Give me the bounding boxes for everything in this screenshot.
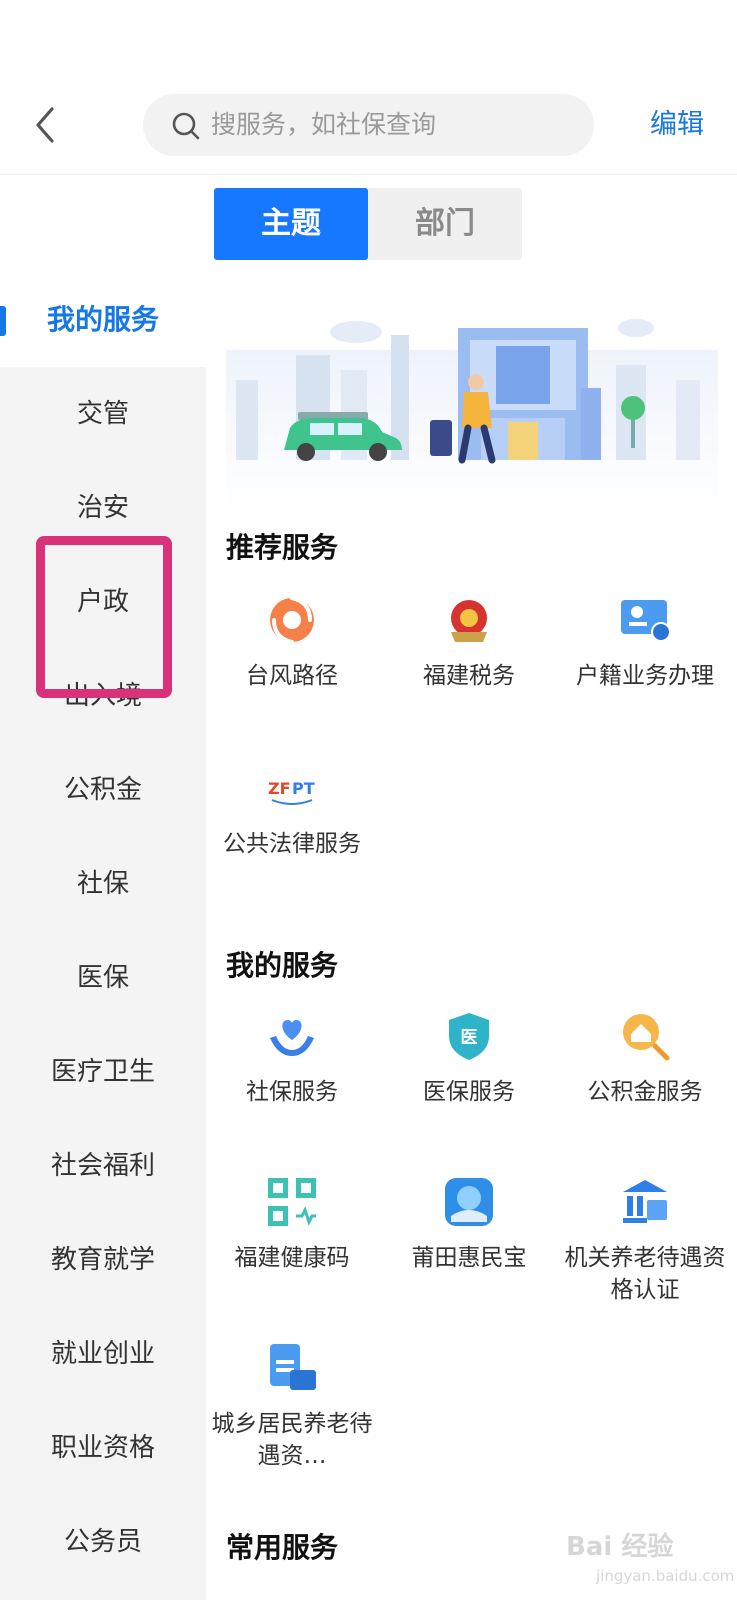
search-icon [172, 112, 200, 140]
sidebar-item-label: 社保 [76, 869, 129, 899]
qr-code-icon [268, 1178, 316, 1226]
service-label: 城乡居民养老待遇资… [211, 1411, 373, 1469]
sidebar-item-medical-insurance[interactable]: 医保 [0, 931, 206, 1025]
service-public-legal[interactable]: ZF PT 公共法律服务 [207, 762, 377, 860]
service-label: 莆田惠民宝 [411, 1245, 527, 1271]
search-placeholder: 搜服务，如社保查询 [211, 110, 437, 139]
watermark-logo: Bai 经验 [566, 1532, 674, 1562]
tab-switcher: 主题 部门 [214, 188, 522, 260]
sidebar-item-exit-entry[interactable]: 出入境 [0, 649, 206, 743]
service-medical-insurance[interactable]: 医 医保服务 [384, 1010, 554, 1108]
pension-card-icon [270, 1344, 316, 1390]
service-fujian-health-code[interactable]: 福建健康码 [207, 1176, 377, 1274]
bank-building-icon [623, 1180, 667, 1223]
service-pension-certification[interactable]: 机关养老待遇资格认证 [560, 1176, 730, 1306]
svg-text:PT: PT [292, 779, 315, 798]
service-fujian-tax[interactable]: 福建税务 [384, 594, 554, 692]
service-household-registration[interactable]: 户籍业务办理 [560, 594, 730, 692]
service-label: 医保服务 [423, 1079, 515, 1105]
top-bar: 搜服务，如社保查询 编辑 [0, 0, 737, 175]
sidebar-item-public-security[interactable]: 治安 [0, 461, 206, 555]
sidebar-item-qualification[interactable]: 职业资格 [0, 1401, 206, 1495]
search-input[interactable]: 搜服务，如社保查询 [143, 94, 594, 156]
service-resident-pension[interactable]: 城乡居民养老待遇资… [207, 1342, 377, 1472]
city-banner-illustration [226, 319, 718, 510]
service-typhoon-path[interactable]: 台风路径 [207, 594, 377, 692]
service-housing-fund[interactable]: 公积金服务 [560, 1010, 730, 1108]
sidebar-item-label: 户政 [76, 587, 129, 617]
sidebar-item-label: 教育就学 [50, 1245, 155, 1275]
chevron-left-icon [36, 107, 54, 143]
service-social-security[interactable]: 社保服务 [207, 1010, 377, 1108]
id-card-icon [621, 600, 671, 642]
sidebar-item-label: 治安 [76, 493, 129, 523]
active-indicator [0, 306, 6, 336]
sidebar-item-my-services[interactable]: 我的服务 [0, 273, 206, 367]
sidebar-item-health[interactable]: 医疗卫生 [0, 1025, 206, 1119]
sidebar-item-welfare[interactable]: 社会福利 [0, 1119, 206, 1213]
service-putian-huiminbao[interactable]: 莆田惠民宝 [384, 1176, 554, 1274]
sidebar-item-label: 我的服务 [46, 303, 159, 336]
back-button[interactable] [28, 103, 64, 147]
typhoon-icon [270, 596, 314, 644]
service-label: 福建健康码 [234, 1245, 350, 1271]
sidebar-item-label: 就业创业 [50, 1339, 155, 1369]
tab-theme[interactable]: 主题 [214, 188, 368, 260]
category-sidebar: 我的服务 交管 治安 户政 出入境 公积金 社保 医保 医疗卫生 社会福利 教育… [0, 273, 206, 1600]
section-title-my-services: 我的服务 [226, 949, 339, 982]
house-fund-icon [623, 1014, 670, 1061]
sidebar-item-label: 出入境 [63, 681, 142, 711]
service-label: 福建税务 [423, 663, 515, 689]
sidebar-item-label: 医疗卫生 [50, 1057, 155, 1087]
zfpt-logo-icon: ZF PT [268, 779, 315, 805]
svg-text:ZF: ZF [268, 779, 291, 798]
sidebar-item-employment[interactable]: 就业创业 [0, 1307, 206, 1401]
sidebar-item-housing-fund[interactable]: 公积金 [0, 743, 206, 837]
hands-heart-icon [270, 1020, 314, 1056]
section-title-common-services: 常用服务 [226, 1531, 339, 1564]
sidebar-item-label: 医保 [76, 963, 129, 993]
sidebar-item-label: 交管 [76, 399, 129, 429]
svg-text:医: 医 [461, 1028, 478, 1048]
huimin-app-icon [445, 1178, 493, 1226]
medical-shield-icon: 医 [449, 1013, 489, 1060]
sidebar-item-education[interactable]: 教育就学 [0, 1213, 206, 1307]
service-label: 户籍业务办理 [576, 663, 714, 689]
service-label: 台风路径 [246, 663, 338, 689]
tax-emblem-icon [451, 600, 487, 642]
sidebar-item-label: 社会福利 [50, 1151, 155, 1181]
sidebar-item-household[interactable]: 户政 [0, 555, 206, 649]
sidebar-item-civil-servant[interactable]: 公务员 [0, 1495, 206, 1589]
section-title-recommended: 推荐服务 [226, 531, 339, 564]
sidebar-item-label: 职业资格 [50, 1433, 155, 1463]
sidebar-item-label: 公务员 [63, 1527, 142, 1557]
service-label: 公共法律服务 [223, 831, 361, 857]
tab-department[interactable]: 部门 [368, 188, 522, 260]
sidebar-item-label: 公积金 [63, 775, 142, 805]
watermark-url: jingyan.baidu.com [596, 1567, 735, 1585]
sidebar-item-traffic[interactable]: 交管 [0, 367, 206, 461]
sidebar-item-social-security[interactable]: 社保 [0, 837, 206, 931]
service-label: 机关养老待遇资格认证 [564, 1245, 726, 1303]
service-label: 公积金服务 [587, 1079, 703, 1105]
service-label: 社保服务 [246, 1079, 338, 1105]
edit-button[interactable]: 编辑 [650, 106, 704, 144]
